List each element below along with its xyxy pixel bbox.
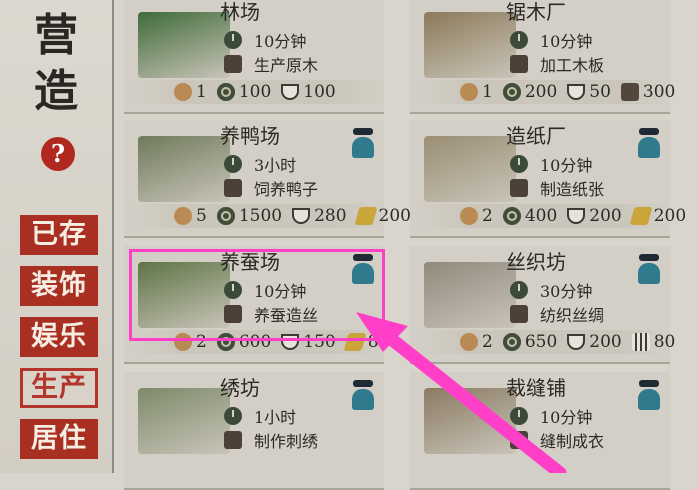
pointer-arrow-icon <box>356 312 567 473</box>
